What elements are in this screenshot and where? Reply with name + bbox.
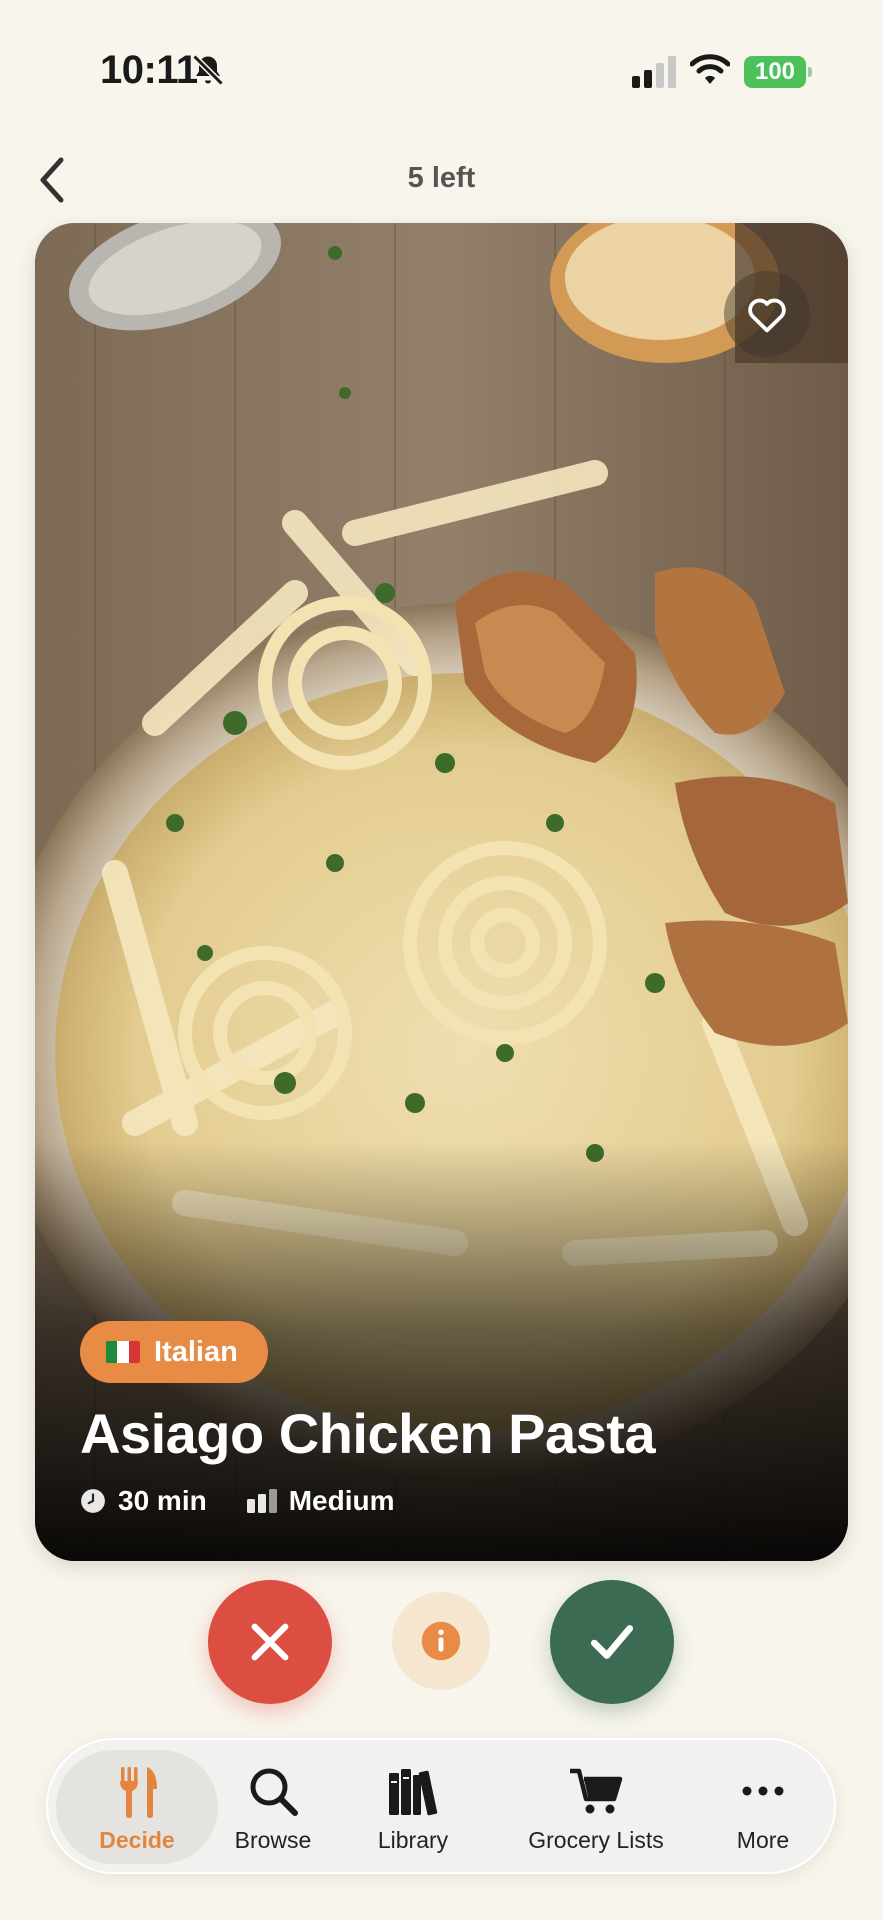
search-icon [250,1768,298,1816]
bell-muted-icon [192,54,224,86]
recipe-title: Asiago Chicken Pasta [80,1402,656,1465]
more-icon [742,1786,784,1795]
recipe-card[interactable]: Italian Asiago Chicken Pasta 30 min Medi… [35,223,848,1561]
cook-time: 30 min [80,1485,207,1517]
tab-decide-label: Decide [99,1826,175,1853]
cook-time-value: 30 min [118,1485,207,1516]
italy-flag-icon [106,1341,140,1363]
tab-decide[interactable]: Decide [56,1750,218,1864]
recipe-decide-screen: 10:11 100 5 left Italian Asiago Chicken … [0,0,883,1920]
cuisine-badge: Italian [80,1321,268,1383]
tab-grocery-lists-label: Grocery Lists [528,1826,664,1853]
tab-grocery-lists[interactable]: Grocery Lists [496,1750,696,1864]
utensils-icon [120,1766,157,1818]
cart-icon [570,1768,623,1813]
battery-indicator: 100 [744,56,812,88]
status-time: 10:11 [100,48,198,92]
difficulty: Medium [246,1485,395,1517]
difficulty-value: Medium [288,1485,395,1516]
reject-button[interactable] [208,1580,332,1704]
tab-browse[interactable]: Browse [198,1750,348,1864]
tab-library-label: Library [377,1826,449,1853]
accept-button[interactable] [550,1580,674,1704]
close-icon [251,1623,289,1661]
checkmark-icon [590,1625,634,1659]
recipe-meta: 30 min Medium [80,1485,394,1517]
wifi-icon [690,54,730,84]
remaining-count: 5 left [407,162,476,194]
tab-more[interactable]: More [698,1750,828,1864]
cuisine-label: Italian [154,1335,238,1368]
books-icon [389,1768,438,1815]
cellular-signal-icon [632,56,676,88]
difficulty-bars-icon [246,1489,277,1513]
clock-icon [81,1489,105,1513]
info-button[interactable] [392,1592,490,1690]
bottom-tab-bar: Decide Browse Library Grocery Lists More [46,1738,836,1874]
favorite-button[interactable] [724,271,810,357]
heart-icon [748,298,786,333]
tab-more-label: More [736,1826,790,1853]
tab-browse-label: Browse [234,1826,312,1853]
status-bar: 10:11 100 [0,0,883,140]
tab-library[interactable]: Library [338,1750,488,1864]
info-icon [421,1621,461,1661]
